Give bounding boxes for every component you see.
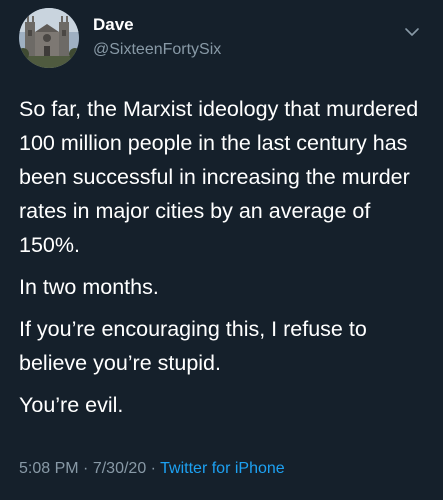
tweet-card: Dave @SixteenFortySix So far, the Marxis… xyxy=(0,0,443,500)
tweet-date[interactable]: 7/30/20 xyxy=(93,460,146,477)
tweet-time[interactable]: 5:08 PM xyxy=(19,460,79,477)
meta-separator: · xyxy=(150,460,156,477)
tweet-source-link[interactable]: Twitter for iPhone xyxy=(160,460,285,477)
tweet-paragraph: You’re evil. xyxy=(19,393,124,417)
tweet-metadata: 5:08 PM · 7/30/20 · Twitter for iPhone xyxy=(19,458,285,480)
tweet-paragraph: If you’re encouraging this, I refuse to … xyxy=(19,317,367,375)
author-handle[interactable]: @SixteenFortySix xyxy=(93,39,221,61)
author-display-name[interactable]: Dave xyxy=(93,14,134,36)
tweet-paragraph: In two months. xyxy=(19,275,159,299)
tweet-menu-button[interactable] xyxy=(402,22,422,42)
tweet-text: So far, the Marxist ideology that murder… xyxy=(19,92,431,430)
cathedral-photo-icon xyxy=(19,8,79,68)
avatar[interactable] xyxy=(19,8,79,68)
tweet-paragraph: So far, the Marxist ideology that murder… xyxy=(19,97,419,257)
meta-separator: · xyxy=(83,460,89,477)
chevron-down-icon xyxy=(405,28,419,36)
